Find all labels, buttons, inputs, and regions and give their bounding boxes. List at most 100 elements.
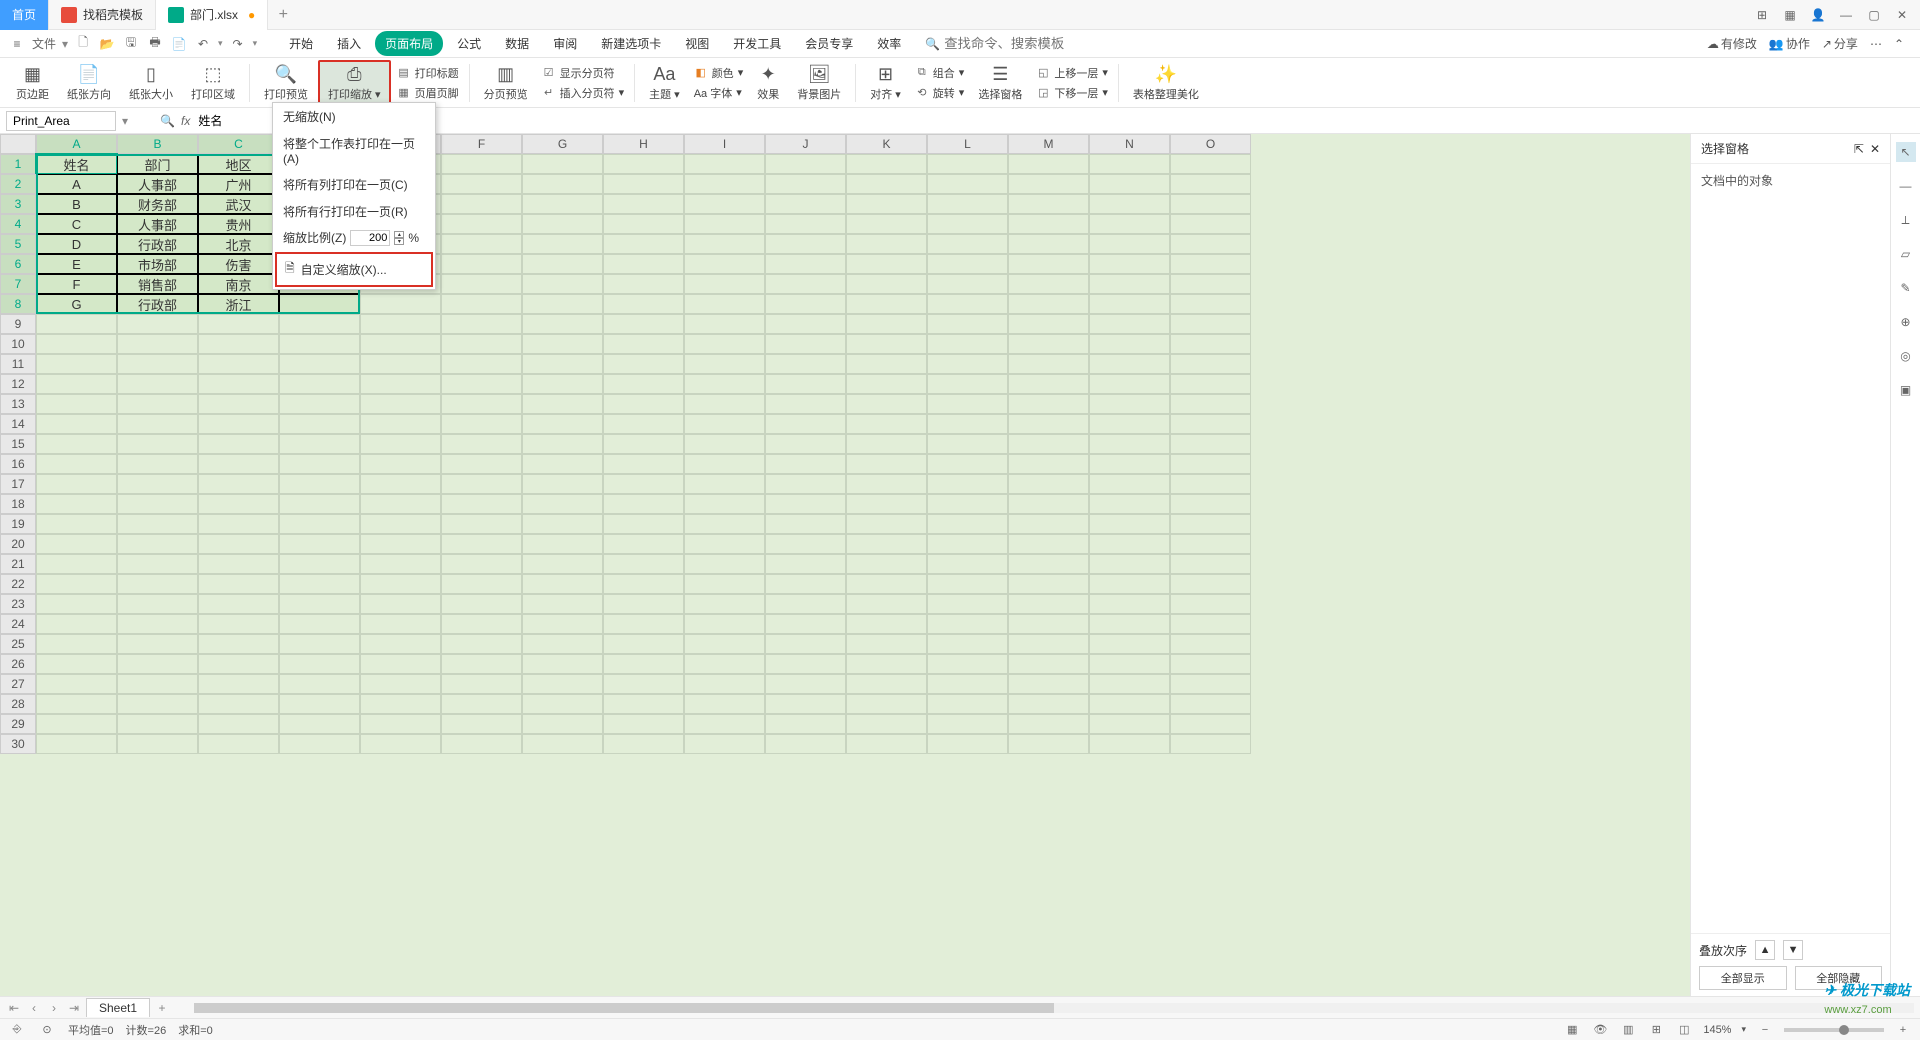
cell-D21[interactable] (279, 554, 360, 574)
header-footer-button[interactable]: ▦页眉页脚 (393, 84, 463, 102)
scale-custom[interactable]: 🗎 自定义缩放(X)... (275, 252, 433, 287)
cell-K18[interactable] (846, 494, 927, 514)
cell-O16[interactable] (1170, 454, 1251, 474)
cell-D14[interactable] (279, 414, 360, 434)
input-mode-icon[interactable]: ⎆ (8, 1021, 26, 1039)
cell-K9[interactable] (846, 314, 927, 334)
cell-F3[interactable] (441, 194, 522, 214)
row-head-30[interactable]: 30 (0, 734, 36, 754)
rotate-button[interactable]: ⟲旋转 ▾ (911, 84, 969, 102)
cell-N1[interactable] (1089, 154, 1170, 174)
cell-M13[interactable] (1008, 394, 1089, 414)
cell-I6[interactable] (684, 254, 765, 274)
cell-G14[interactable] (522, 414, 603, 434)
cell-H30[interactable] (603, 734, 684, 754)
cell-F21[interactable] (441, 554, 522, 574)
cell-H14[interactable] (603, 414, 684, 434)
cell-B9[interactable] (117, 314, 198, 334)
cell-L12[interactable] (927, 374, 1008, 394)
cell-N30[interactable] (1089, 734, 1170, 754)
cell-G1[interactable] (522, 154, 603, 174)
cell-D23[interactable] (279, 594, 360, 614)
cell-J23[interactable] (765, 594, 846, 614)
cell-I9[interactable] (684, 314, 765, 334)
cell-C1[interactable]: 地区 (198, 154, 279, 174)
cell-C26[interactable] (198, 654, 279, 674)
cell-J13[interactable] (765, 394, 846, 414)
bring-forward-button[interactable]: ◱上移一层 ▾ (1032, 64, 1112, 82)
row-head-12[interactable]: 12 (0, 374, 36, 394)
cell-A13[interactable] (36, 394, 117, 414)
cell-D20[interactable] (279, 534, 360, 554)
cell-A5[interactable]: D (36, 234, 117, 254)
cell-D13[interactable] (279, 394, 360, 414)
cell-O10[interactable] (1170, 334, 1251, 354)
cell-J3[interactable] (765, 194, 846, 214)
sheet-tab-1[interactable]: Sheet1 (86, 998, 150, 1017)
col-head-J[interactable]: J (765, 134, 846, 154)
cell-L14[interactable] (927, 414, 1008, 434)
cell-M26[interactable] (1008, 654, 1089, 674)
cell-L3[interactable] (927, 194, 1008, 214)
col-head-K[interactable]: K (846, 134, 927, 154)
row-head-23[interactable]: 23 (0, 594, 36, 614)
cell-J9[interactable] (765, 314, 846, 334)
row-head-19[interactable]: 19 (0, 514, 36, 534)
cell-C4[interactable]: 贵州 (198, 214, 279, 234)
stack-down[interactable]: ▼ (1783, 940, 1803, 960)
cell-A25[interactable] (36, 634, 117, 654)
menu-efficiency[interactable]: 效率 (867, 31, 911, 56)
cell-M14[interactable] (1008, 414, 1089, 434)
cell-L26[interactable] (927, 654, 1008, 674)
cell-A19[interactable] (36, 514, 117, 534)
cell-A15[interactable] (36, 434, 117, 454)
cell-O24[interactable] (1170, 614, 1251, 634)
cell-H18[interactable] (603, 494, 684, 514)
cell-I16[interactable] (684, 454, 765, 474)
layout-icon[interactable]: ⊞ (1752, 5, 1772, 25)
row-head-28[interactable]: 28 (0, 694, 36, 714)
row-head-10[interactable]: 10 (0, 334, 36, 354)
cell-H9[interactable] (603, 314, 684, 334)
cell-H29[interactable] (603, 714, 684, 734)
cell-A30[interactable] (36, 734, 117, 754)
cell-N15[interactable] (1089, 434, 1170, 454)
save-icon[interactable]: 🖫 (122, 35, 140, 53)
tab-add[interactable]: + (268, 6, 298, 24)
cell-O14[interactable] (1170, 414, 1251, 434)
zoom-out[interactable]: − (1756, 1021, 1774, 1039)
cell-E11[interactable] (360, 354, 441, 374)
view-grid-icon[interactable]: ⊞ (1647, 1021, 1665, 1039)
cell-C20[interactable] (198, 534, 279, 554)
cell-M2[interactable] (1008, 174, 1089, 194)
cell-O5[interactable] (1170, 234, 1251, 254)
cell-O8[interactable] (1170, 294, 1251, 314)
cell-N25[interactable] (1089, 634, 1170, 654)
cell-O7[interactable] (1170, 274, 1251, 294)
menu-member[interactable]: 会员专享 (795, 31, 863, 56)
cell-I3[interactable] (684, 194, 765, 214)
page-break-preview-button[interactable]: ▥分页预览 (476, 60, 536, 106)
cell-L7[interactable] (927, 274, 1008, 294)
cell-D26[interactable] (279, 654, 360, 674)
cell-L20[interactable] (927, 534, 1008, 554)
cell-G26[interactable] (522, 654, 603, 674)
zoom-slider[interactable] (1784, 1028, 1884, 1032)
cell-G13[interactable] (522, 394, 603, 414)
cell-D10[interactable] (279, 334, 360, 354)
open-icon[interactable]: 📂 (98, 35, 116, 53)
cell-D11[interactable] (279, 354, 360, 374)
cell-F10[interactable] (441, 334, 522, 354)
cell-D12[interactable] (279, 374, 360, 394)
tab-home[interactable]: 首页 (0, 0, 49, 30)
fx-icon[interactable]: fx (181, 114, 190, 128)
cell-A12[interactable] (36, 374, 117, 394)
cell-D18[interactable] (279, 494, 360, 514)
cell-K7[interactable] (846, 274, 927, 294)
cell-D30[interactable] (279, 734, 360, 754)
cell-C25[interactable] (198, 634, 279, 654)
cell-I22[interactable] (684, 574, 765, 594)
cell-M20[interactable] (1008, 534, 1089, 554)
cell-E13[interactable] (360, 394, 441, 414)
cell-B5[interactable]: 行政部 (117, 234, 198, 254)
